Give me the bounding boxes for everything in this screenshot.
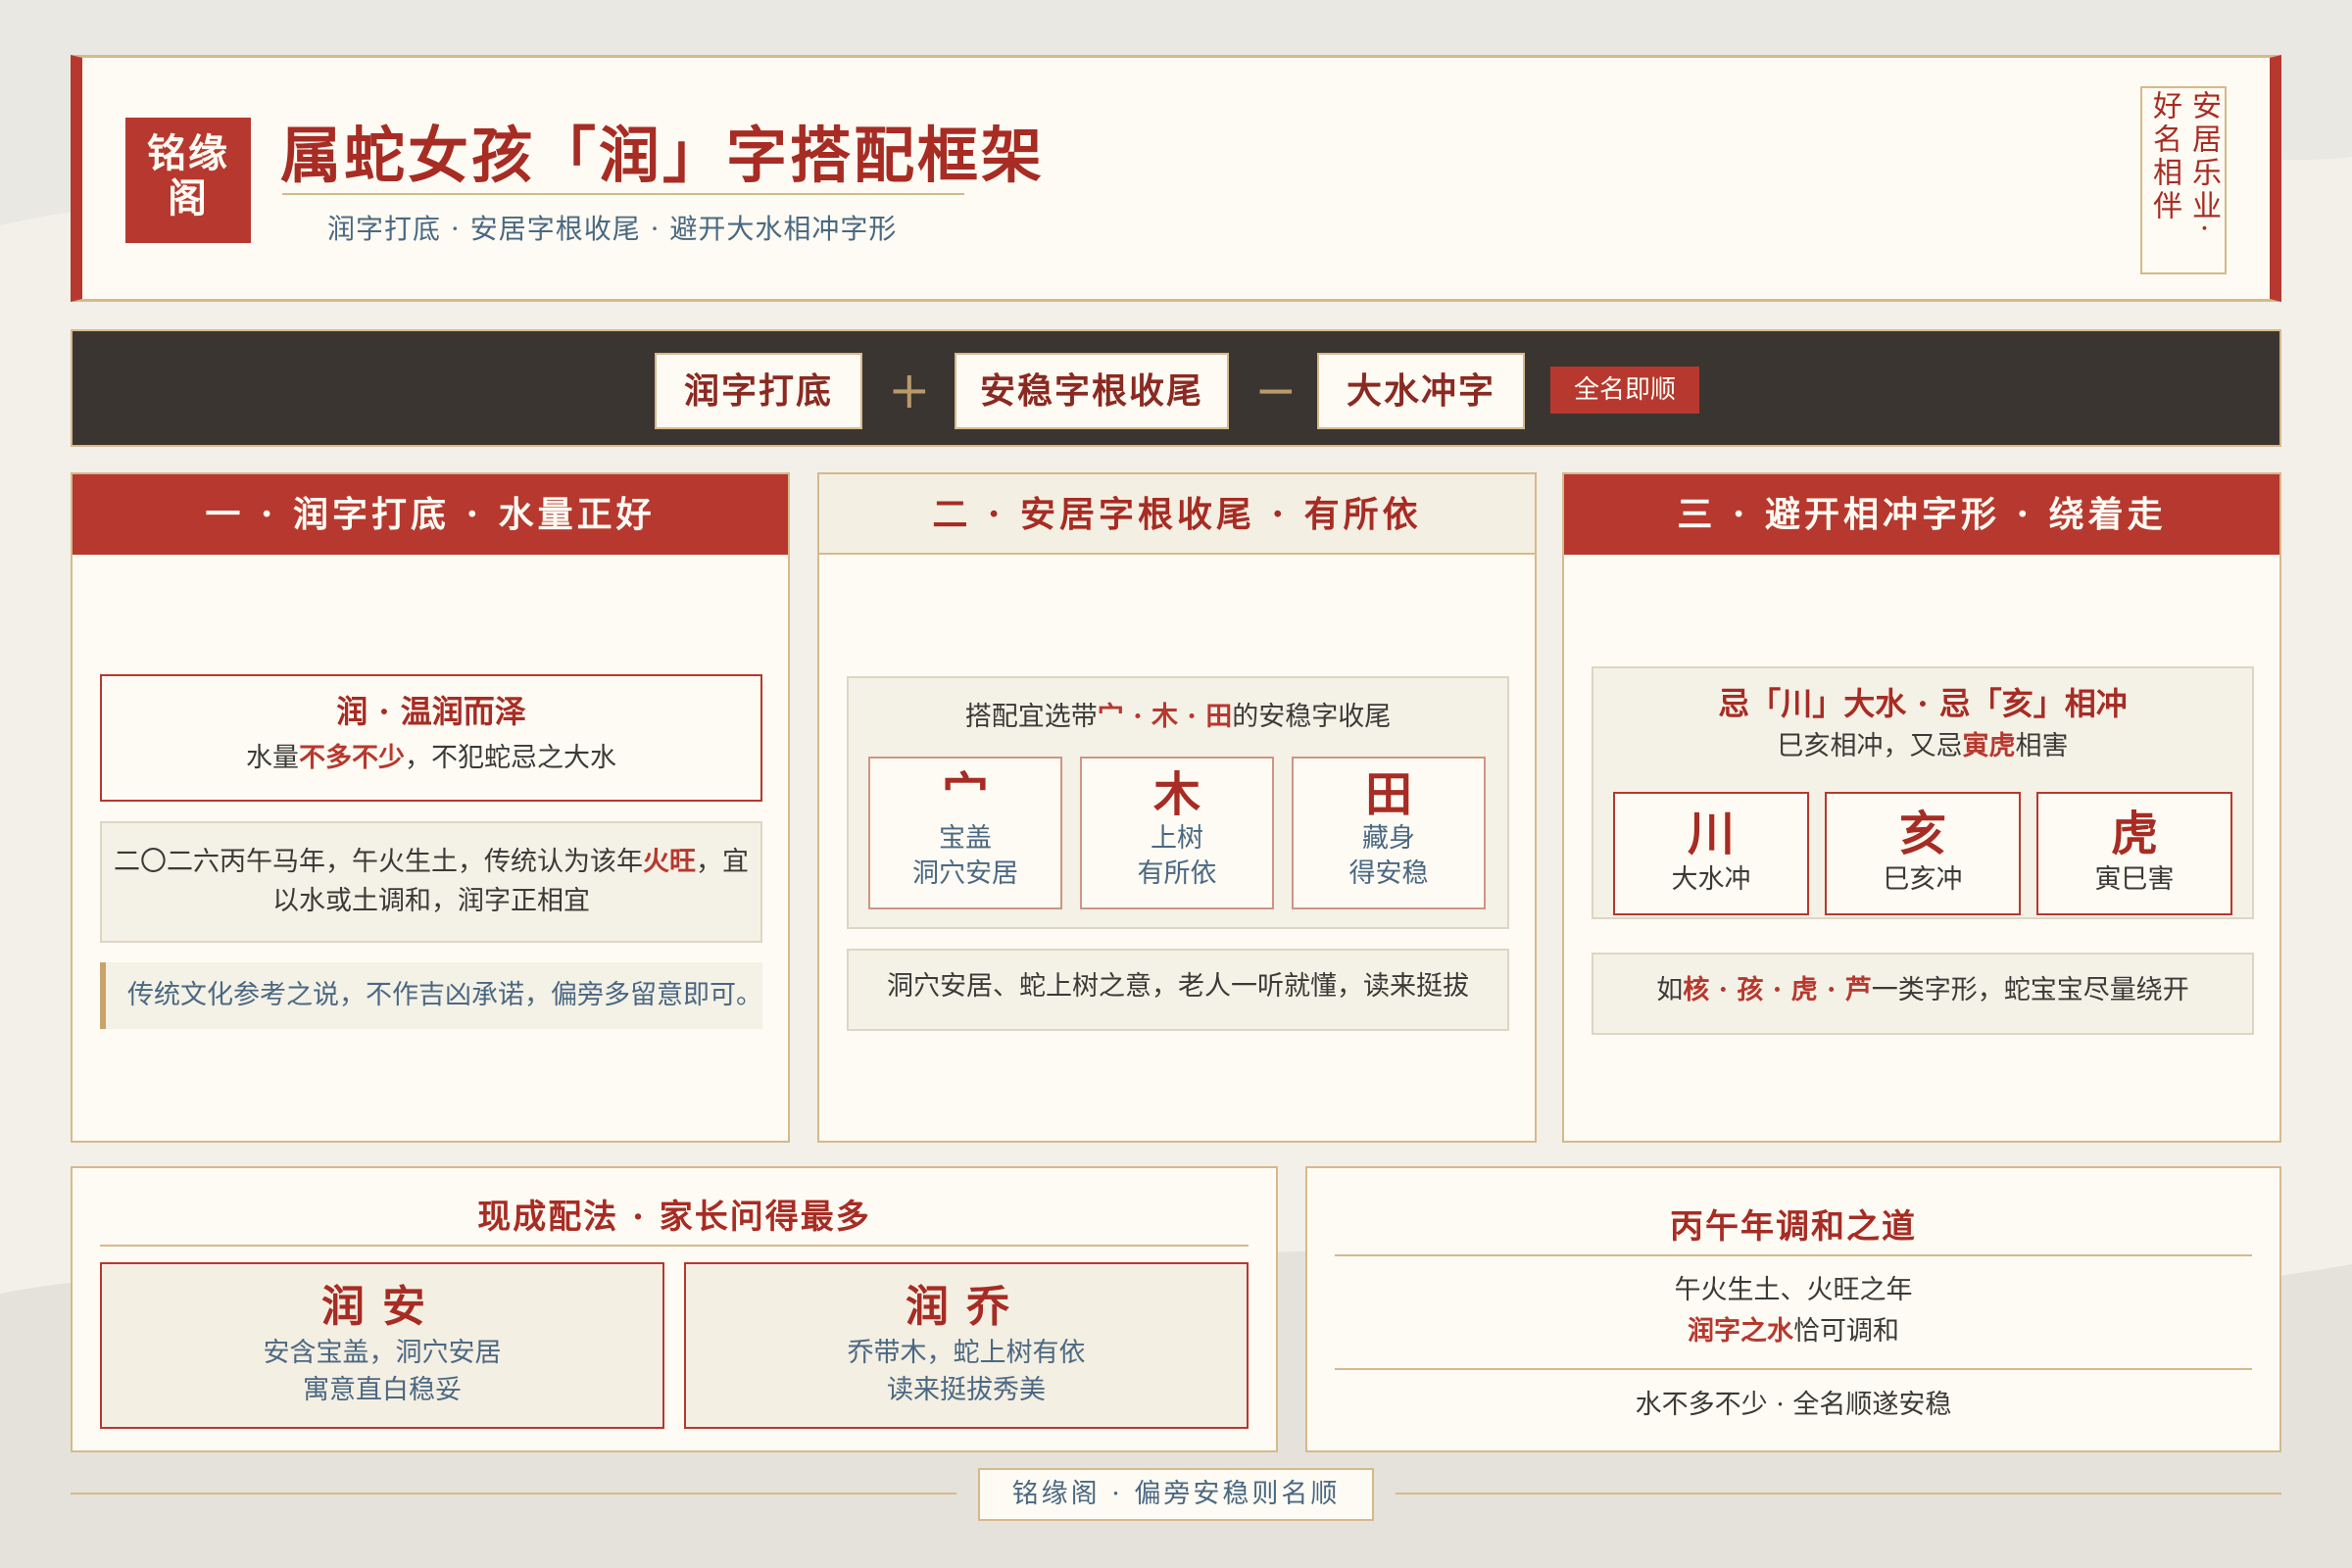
- wood-radical-icon: 木: [1152, 767, 1200, 822]
- card-avoid-clash: 三 · 避开相冲字形 · 绕着走 忌「川」大水 · 忌「亥」相冲 巳亥相冲，又忌…: [1562, 472, 2281, 1143]
- name-run-qiao: 润乔: [906, 1282, 1027, 1332]
- chuan-label: 大水冲: [1671, 864, 1751, 895]
- hu-char-icon: 虎: [2110, 807, 2158, 861]
- avoid-subtitle: 巳亥相冲，又忌寅虎相害: [1777, 731, 2069, 761]
- year-explanation-box: 二〇二六丙午马年，午火生土，传统认为该年火旺，宜 以水或土调和，润字正相宜: [100, 821, 762, 943]
- name-run-an: 润安: [321, 1282, 443, 1332]
- harmony-line-1: 午火生土、火旺之年: [1674, 1275, 1913, 1305]
- avoid-card-chuan: 川 大水冲: [1613, 792, 1809, 915]
- ready-names-panel: 现成配法 · 家长问得最多 润安 安含宝盖，洞穴安居 寓意直白稳妥 润乔 乔带木…: [71, 1166, 1278, 1452]
- formula-item-ending: 安稳字根收尾: [955, 353, 1229, 429]
- card-3-header: 三 · 避开相冲字形 · 绕着走: [1564, 474, 2279, 555]
- chuan-char-icon: 川: [1687, 807, 1735, 861]
- harmony-text-block: 午火生土、火旺之年 润字之水恰可调和: [1307, 1270, 2279, 1352]
- card-2-header: 二 · 安居字根收尾 · 有所依: [819, 474, 1535, 555]
- card-radical-ending: 二 · 安居字根收尾 · 有所依 搭配宜选带宀 · 木 · 田的安稳字收尾 宀 …: [817, 472, 1537, 1143]
- harmony-divider-1: [1335, 1254, 2252, 1256]
- radical-card-wood: 木 上树 有所依: [1080, 757, 1274, 909]
- harmony-divider-2: [1335, 1368, 2252, 1370]
- radical-roof-line-2: 洞穴安居: [912, 858, 1018, 889]
- page-title: 属蛇女孩「润」字搭配框架: [280, 120, 1046, 191]
- formula-result-badge: 全名即顺: [1550, 367, 1699, 414]
- year-explanation-line-1: 二〇二六丙午马年，午火生土，传统认为该年火旺，宜: [114, 847, 749, 877]
- avoid-note: 如核 · 孩 · 虎 · 芦一类字形，蛇宝宝尽量绕开: [1656, 975, 2189, 1005]
- plus-icon: +: [888, 362, 931, 420]
- roof-radical-icon: 宀: [941, 767, 989, 822]
- avoid-title: 忌「川」大水 · 忌「亥」相冲: [1718, 685, 2128, 722]
- seal-column-2: 好名相伴: [2147, 90, 2181, 223]
- minus-icon: −: [1254, 362, 1298, 420]
- radical-field-line-2: 得安稳: [1348, 858, 1429, 889]
- radical-intro: 搭配宜选带宀 · 木 · 田的安稳字收尾: [964, 702, 1392, 732]
- run-meaning-box: 润 · 温润而泽 水量不多不少，不犯蛇忌之大水: [100, 674, 762, 802]
- hai-char-icon: 亥: [1898, 807, 1946, 861]
- radical-note: 洞穴安居、蛇上树之意，老人一听就懂，读来挺拔: [887, 971, 1469, 1002]
- run-meaning-title: 润 · 温润而泽: [336, 693, 526, 730]
- harmony-panel: 丙午年调和之道 午火生土、火旺之年 润字之水恰可调和 水不多不少 · 全名顺遂安…: [1305, 1166, 2281, 1452]
- footer-label: 铭缘阁 · 偏旁安稳则名顺: [978, 1468, 1374, 1521]
- avoid-note-box: 如核 · 孩 · 虎 · 芦一类字形，蛇宝宝尽量绕开: [1592, 953, 2254, 1035]
- radical-note-box: 洞穴安居、蛇上树之意，老人一听就懂，读来挺拔: [847, 949, 1509, 1031]
- formula-item-base: 润字打底: [655, 353, 862, 429]
- harmony-line-3: 水不多不少 · 全名顺遂安稳: [1635, 1390, 1952, 1420]
- harmony-title: 丙午年调和之道: [1670, 1207, 1917, 1247]
- avoid-card-hai: 亥 巳亥冲: [1825, 792, 2021, 915]
- name-run-qiao-line-1: 乔带木，蛇上树有依: [847, 1338, 1086, 1368]
- seal-column-1: 安居乐业·: [2186, 90, 2221, 237]
- avoid-card-hu: 虎 寅巳害: [2036, 792, 2232, 915]
- hai-label: 巳亥冲: [1883, 864, 1963, 895]
- disclaimer-note: 传统文化参考之说，不作吉凶承诺，偏旁多留意即可。: [100, 962, 762, 1029]
- name-card-run-an: 润安 安含宝盖，洞穴安居 寓意直白稳妥: [100, 1262, 664, 1429]
- formula-item-avoid: 大水冲字: [1317, 353, 1525, 429]
- title-divider: [282, 193, 964, 195]
- radical-card-field: 田 藏身 得安稳: [1292, 757, 1486, 909]
- radical-roof-line-1: 宝盖: [939, 823, 992, 854]
- year-explanation-line-2: 以水或土调和，润字正相宜: [272, 886, 590, 916]
- hu-label: 寅巳害: [2094, 864, 2175, 895]
- radical-group-box: 搭配宜选带宀 · 木 · 田的安稳字收尾 宀 宝盖 洞穴安居 木 上树 有所依 …: [847, 676, 1509, 929]
- seal-stamp: 安居乐业· 好名相伴: [2140, 86, 2227, 274]
- radical-field-line-1: 藏身: [1362, 823, 1415, 854]
- radical-wood-line-1: 上树: [1151, 823, 1203, 854]
- footer-line-right: [1396, 1493, 2281, 1494]
- radical-card-roof: 宀 宝盖 洞穴安居: [868, 757, 1062, 909]
- ready-names-title: 现成配法 · 家长问得最多: [477, 1198, 871, 1237]
- name-card-run-qiao: 润乔 乔带木，蛇上树有依 读来挺拔秀美: [684, 1262, 1249, 1429]
- formula-bar: 润字打底 + 安稳字根收尾 − 大水冲字 全名即顺: [71, 329, 2281, 447]
- card-run-base: 一 · 润字打底 · 水量正好 润 · 温润而泽 水量不多不少，不犯蛇忌之大水 …: [71, 472, 790, 1143]
- logo-line-2: 阁: [168, 175, 209, 221]
- card-1-header: 一 · 润字打底 · 水量正好: [73, 474, 788, 555]
- radical-wood-line-2: 有所依: [1137, 858, 1217, 889]
- name-run-qiao-line-2: 读来挺拔秀美: [887, 1375, 1046, 1405]
- run-meaning-text: 水量不多不少，不犯蛇忌之大水: [246, 743, 616, 773]
- avoid-group-box: 忌「川」大水 · 忌「亥」相冲 巳亥相冲，又忌寅虎相害 川 大水冲 亥 巳亥冲 …: [1592, 666, 2254, 919]
- name-run-an-line-1: 安含宝盖，洞穴安居: [263, 1338, 502, 1368]
- footer-line-left: [71, 1493, 956, 1494]
- harmony-line-2: 润字之水恰可调和: [1688, 1316, 1899, 1347]
- ready-names-divider: [100, 1245, 1249, 1247]
- page-subtitle: 润字打底 · 安居字根收尾 · 避开大水相冲字形: [327, 213, 898, 245]
- field-radical-icon: 田: [1364, 767, 1412, 822]
- brand-logo: 铭缘 阁: [125, 118, 251, 243]
- logo-line-1: 铭缘: [147, 130, 229, 176]
- name-run-an-line-2: 寓意直白稳妥: [303, 1375, 462, 1405]
